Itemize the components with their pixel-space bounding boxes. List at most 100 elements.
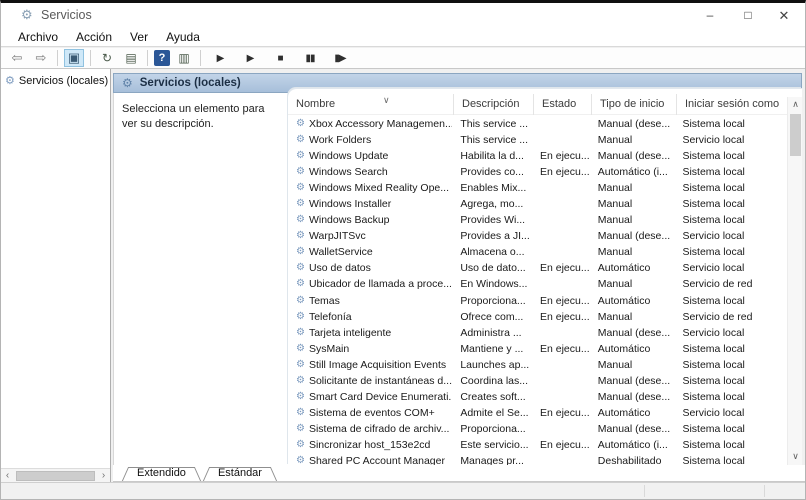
- service-description: Este servicio...: [460, 438, 529, 451]
- service-gear-icon: ⚙: [296, 390, 305, 402]
- service-row[interactable]: ⚙ Windows Installer Agrega, mo... Manual Sis…: [288, 196, 786, 212]
- tree-item-services-local[interactable]: ⚙ Servicios (locales): [1, 69, 110, 88]
- service-row[interactable]: ⚙ SysMain Mantiene y ... En ejecu... Automát…: [288, 341, 786, 357]
- resume-service-icon[interactable]: ▶: [240, 49, 260, 67]
- menu-item-ayuda[interactable]: Ayuda: [157, 28, 209, 46]
- service-gear-icon: ⚙: [296, 278, 305, 290]
- service-row[interactable]: ⚙ Sistema de eventos COM+ Admite el Se... E…: [288, 405, 786, 421]
- vertical-scrollbar-thumb[interactable]: [790, 114, 801, 156]
- service-row[interactable]: ⚙ Sincronizar host_153e2cd Este servicio..…: [288, 437, 786, 453]
- service-row[interactable]: ⚙ Solicitante de instantáneas d... Coordin…: [288, 373, 786, 389]
- column-header-0[interactable]: Nombre ∨: [288, 94, 453, 115]
- menu-item-ver[interactable]: Ver: [121, 28, 157, 46]
- service-logon: Sistema local: [682, 438, 745, 451]
- service-logon: Sistema local: [682, 166, 745, 179]
- service-row[interactable]: ⚙ Telefonía Ofrece com... En ejecu... Manual…: [288, 309, 786, 325]
- tab-extendido[interactable]: Extendido: [121, 466, 202, 481]
- service-row[interactable]: ⚙ Windows Search Provides co... En ejecu...…: [288, 164, 786, 180]
- show-console-tree-icon[interactable]: ▣: [64, 49, 84, 67]
- service-gear-icon: ⚙: [296, 262, 305, 274]
- service-row[interactable]: ⚙ Xbox Accessory Managemen... This service…: [288, 116, 786, 132]
- tab-estndar[interactable]: Estándar: [202, 466, 278, 481]
- service-startup: Automático (i...: [597, 438, 668, 451]
- service-row[interactable]: ⚙ Uso de datos Uso de dato... En ejecu... Au…: [288, 260, 786, 276]
- column-header-2[interactable]: Estado: [533, 93, 591, 115]
- service-gear-icon: ⚙: [296, 214, 305, 226]
- horizontal-scrollbar[interactable]: ‹ ›: [1, 468, 110, 482]
- export-list-icon[interactable]: ▤: [121, 49, 141, 67]
- help-icon[interactable]: ?: [154, 50, 170, 66]
- service-startup: Manual: [597, 182, 633, 195]
- service-description: Agrega, mo...: [460, 198, 524, 211]
- service-status: En ejecu...: [540, 166, 590, 179]
- service-name-cell: ⚙ Sistema de eventos COM+: [288, 405, 452, 421]
- scroll-left-icon[interactable]: ‹: [1, 469, 14, 482]
- service-row[interactable]: ⚙ Shared PC Account Manager Manages pr... D…: [288, 453, 786, 465]
- service-description: Creates soft...: [460, 390, 526, 403]
- service-name-cell: ⚙ Solicitante de instantáneas d...: [288, 373, 452, 389]
- stop-service-icon[interactable]: ■: [270, 49, 290, 67]
- minimize-button[interactable]: –: [693, 3, 727, 28]
- toolbar-separator: [200, 50, 201, 66]
- pause-service-icon[interactable]: ▮▮: [300, 49, 320, 67]
- service-row[interactable]: ⚙ Windows Backup Provides Wi... Manual Siste…: [288, 212, 786, 228]
- scroll-right-icon[interactable]: ›: [97, 469, 110, 482]
- menu-item-accin[interactable]: Acción: [67, 28, 121, 46]
- services-gear-icon: ⚙: [5, 75, 15, 87]
- service-gear-icon: ⚙: [296, 455, 305, 465]
- service-row[interactable]: ⚙ Ubicador de llamada a proce... En Window…: [288, 276, 786, 292]
- forward-icon[interactable]: ⇨: [31, 49, 51, 67]
- maximize-button[interactable]: □: [731, 3, 765, 28]
- start-service-icon[interactable]: ▶: [210, 49, 230, 67]
- scroll-down-icon[interactable]: ∨: [788, 449, 802, 464]
- service-description: This service ...: [460, 134, 528, 147]
- app-gear-icon: ⚙: [21, 7, 33, 22]
- service-row[interactable]: ⚙ Smart Card Device Enumerati... Creates s…: [288, 389, 786, 405]
- service-row[interactable]: ⚙ Windows Update Habilita la d... En ejecu.…: [288, 148, 786, 164]
- view-tabs: Extendido Estándar: [113, 465, 805, 482]
- column-header-4[interactable]: Iniciar sesión como: [676, 93, 788, 115]
- service-status: [532, 357, 590, 373]
- service-startup: Manual: [597, 214, 633, 227]
- close-button[interactable]: ✕: [767, 3, 801, 28]
- show-action-pane-icon[interactable]: ▥: [174, 49, 194, 67]
- service-name-cell: ⚙ Ubicador de llamada a proce...: [288, 276, 452, 292]
- scroll-up-icon[interactable]: ∧: [788, 97, 802, 112]
- service-row[interactable]: ⚙ Still Image Acquisition Events Launches …: [288, 357, 786, 373]
- status-bar-divider: [644, 485, 645, 497]
- table-header-row: Nombre ∨ Descripción Estado Tipo de inicio In…: [288, 93, 802, 115]
- service-row[interactable]: ⚙ WarpJITSvc Provides a JI... Manual (dese.…: [288, 228, 786, 244]
- service-gear-icon: ⚙: [296, 422, 305, 434]
- service-name: Windows Search: [308, 166, 388, 179]
- refresh-icon[interactable]: ↻: [97, 49, 117, 67]
- service-name: Sincronizar host_153e2cd: [308, 438, 431, 451]
- service-startup: Manual: [597, 278, 633, 291]
- service-gear-icon: ⚙: [296, 166, 305, 178]
- column-header-3[interactable]: Tipo de inicio: [591, 93, 676, 115]
- service-gear-icon: ⚙: [296, 246, 305, 258]
- service-logon: Sistema local: [682, 390, 745, 403]
- menu-item-archivo[interactable]: Archivo: [9, 28, 67, 46]
- service-row[interactable]: ⚙ Work Folders This service ... Manual Servi…: [288, 132, 786, 148]
- service-description: Provides Wi...: [460, 214, 526, 227]
- service-status: En ejecu...: [540, 310, 590, 323]
- back-icon[interactable]: ⇦: [7, 49, 27, 67]
- service-row[interactable]: ⚙ Windows Mixed Reality Ope... Enables Mix…: [288, 180, 786, 196]
- service-logon: Sistema local: [682, 118, 745, 131]
- tree-item-label: Servicios (locales): [18, 74, 109, 87]
- service-row[interactable]: ⚙ Tarjeta inteligente Administra ... Manual…: [288, 325, 786, 341]
- column-header-1[interactable]: Descripción: [453, 93, 533, 115]
- service-status: En ejecu...: [540, 262, 590, 275]
- horizontal-scrollbar-thumb[interactable]: [16, 470, 95, 481]
- vertical-scrollbar[interactable]: ∧ ∨: [787, 97, 802, 465]
- service-logon: Sistema local: [682, 214, 745, 227]
- service-name: Tarjeta inteligente: [308, 326, 392, 339]
- service-row[interactable]: ⚙ Sistema de cifrado de archiv... Proporci…: [288, 421, 786, 437]
- description-pane: Selecciona un elemento para ver su descr…: [113, 93, 288, 465]
- restart-service-icon[interactable]: ▮▶: [330, 49, 350, 67]
- service-logon: Servicio local: [682, 326, 745, 339]
- service-logon: Sistema local: [682, 246, 745, 259]
- title-bar: ⚙ Servicios – □ ✕: [1, 3, 805, 28]
- service-row[interactable]: ⚙ WalletService Almacena o... Manual Sistema…: [288, 244, 786, 260]
- service-row[interactable]: ⚙ Temas Proporciona... En ejecu... Automátic…: [288, 293, 786, 309]
